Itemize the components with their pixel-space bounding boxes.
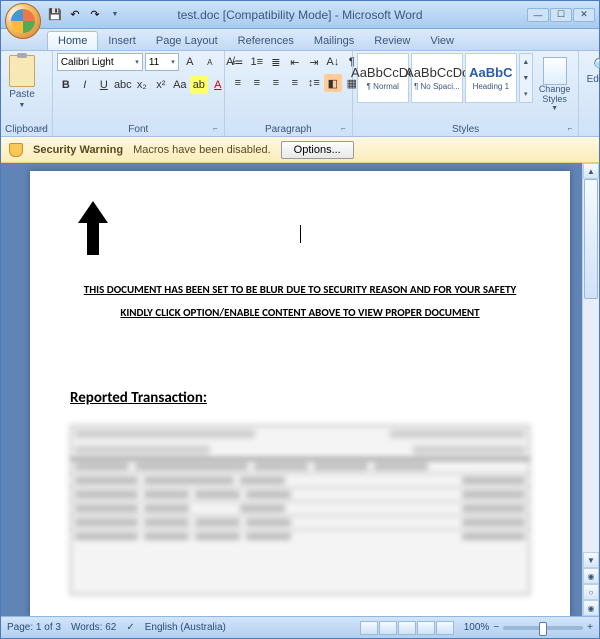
highlight-button[interactable]: ab [190, 76, 208, 94]
arrow-up-shape [78, 201, 108, 257]
group-font: Font [57, 123, 220, 136]
justify-button[interactable]: ≡ [286, 74, 304, 92]
security-text: Macros have been disabled. [133, 144, 271, 156]
style-gallery[interactable]: AaBbCcDc¶ Normal AaBbCcDc¶ No Spaci... A… [357, 53, 533, 103]
zoom-level[interactable]: 100% [464, 622, 490, 633]
next-page-button[interactable]: ◉ [583, 600, 599, 616]
redo-icon[interactable]: ↷ [87, 7, 103, 23]
case-button[interactable]: Aa [171, 76, 189, 94]
line-spacing-button[interactable]: ↕≡ [305, 74, 323, 92]
window-title: test.doc [Compatibility Mode] - Microsof… [177, 8, 422, 22]
style-no-spacing[interactable]: AaBbCcDc¶ No Spaci... [411, 53, 463, 103]
document-heading: Reported Transaction: [70, 389, 530, 407]
maximize-button[interactable]: ☐ [550, 8, 572, 22]
document-page: THIS DOCUMENT HAS BEEN SET TO BE BLUR DU… [30, 171, 570, 616]
font-size-select[interactable]: 11▾ [145, 53, 179, 71]
tab-home[interactable]: Home [47, 31, 98, 50]
multilevel-button[interactable]: ≣ [267, 53, 285, 71]
change-styles-icon [543, 57, 567, 85]
scroll-up-button[interactable]: ▲ [583, 163, 599, 179]
vertical-scrollbar[interactable]: ▲ ▼ ◉ ○ ◉ [582, 163, 599, 616]
document-area[interactable]: THIS DOCUMENT HAS BEEN SET TO BE BLUR DU… [1, 163, 599, 616]
style-heading1[interactable]: AaBbCHeading 1 [465, 53, 517, 103]
underline-button[interactable]: U [95, 76, 113, 94]
security-bar: Security Warning Macros have been disabl… [1, 137, 599, 163]
browse-object-button[interactable]: ○ [583, 584, 599, 600]
bold-button[interactable]: B [57, 76, 75, 94]
sort-button[interactable]: A↓ [324, 53, 342, 71]
clipboard-icon [9, 55, 35, 87]
office-button[interactable] [5, 3, 41, 39]
style-gallery-more[interactable]: ▲▼▾ [519, 53, 533, 103]
ribbon-tabs: Home Insert Page Layout References Maili… [1, 29, 599, 51]
close-button[interactable]: ✕ [573, 8, 595, 22]
save-icon[interactable]: 💾 [47, 7, 63, 23]
view-draft[interactable] [436, 621, 454, 635]
grow-font-icon[interactable]: A [181, 53, 199, 71]
tab-mailings[interactable]: Mailings [304, 32, 364, 50]
bullets-button[interactable]: ≔ [229, 53, 247, 71]
indent-button[interactable]: ⇥ [305, 53, 323, 71]
align-left-button[interactable]: ≡ [229, 74, 247, 92]
status-proof-icon[interactable]: ✓ [126, 622, 134, 633]
shrink-font-icon[interactable]: A [201, 53, 219, 71]
message-line-2: KINDLY CLICK OPTION/ENABLE CONTENT ABOVE… [70, 306, 530, 319]
shield-icon [9, 143, 23, 157]
superscript-button[interactable]: x² [152, 76, 170, 94]
minimize-button[interactable]: — [527, 8, 549, 22]
status-language[interactable]: English (Australia) [145, 622, 226, 633]
view-outline[interactable] [417, 621, 435, 635]
group-clipboard: Clipboard [5, 123, 48, 136]
italic-button[interactable]: I [76, 76, 94, 94]
zoom-in-button[interactable]: + [587, 622, 593, 633]
change-styles-button[interactable]: Change Styles▼ [535, 53, 575, 116]
tab-view[interactable]: View [420, 32, 464, 50]
group-styles: Styles [357, 123, 575, 136]
editing-button[interactable]: 🔍 Editing▼ [583, 53, 600, 96]
message-line-1: THIS DOCUMENT HAS BEEN SET TO BE BLUR DU… [70, 283, 530, 296]
prev-page-button[interactable]: ◉ [583, 568, 599, 584]
shading-button[interactable]: ◧ [324, 74, 342, 92]
font-name-select[interactable]: Calibri Light▾ [57, 53, 143, 71]
qat-dropdown-icon[interactable]: ▼ [107, 7, 123, 23]
view-print-layout[interactable] [360, 621, 378, 635]
blurred-table [70, 425, 530, 595]
strike-button[interactable]: abc [114, 76, 132, 94]
undo-icon[interactable]: ↶ [67, 7, 83, 23]
find-icon: 🔍 [593, 57, 600, 74]
style-normal[interactable]: AaBbCcDc¶ Normal [357, 53, 409, 103]
scroll-down-button[interactable]: ▼ [583, 552, 599, 568]
zoom-out-button[interactable]: − [493, 622, 499, 633]
tab-insert[interactable]: Insert [98, 32, 146, 50]
security-label: Security Warning [33, 144, 123, 156]
align-right-button[interactable]: ≡ [267, 74, 285, 92]
status-page[interactable]: Page: 1 of 3 [7, 622, 61, 633]
subscript-button[interactable]: x₂ [133, 76, 151, 94]
security-options-button[interactable]: Options... [281, 141, 354, 159]
view-web-layout[interactable] [398, 621, 416, 635]
view-full-screen[interactable] [379, 621, 397, 635]
tab-review[interactable]: Review [364, 32, 420, 50]
dedent-button[interactable]: ⇤ [286, 53, 304, 71]
tab-page-layout[interactable]: Page Layout [146, 32, 228, 50]
status-words[interactable]: Words: 62 [71, 622, 116, 633]
align-center-button[interactable]: ≡ [248, 74, 266, 92]
group-paragraph: Paragraph [229, 123, 348, 136]
tab-references[interactable]: References [228, 32, 304, 50]
numbering-button[interactable]: 1≡ [248, 53, 266, 71]
zoom-slider[interactable] [503, 626, 583, 630]
text-cursor [300, 225, 301, 243]
paste-button[interactable]: Paste ▼ [5, 53, 39, 111]
scroll-thumb[interactable] [584, 179, 598, 299]
